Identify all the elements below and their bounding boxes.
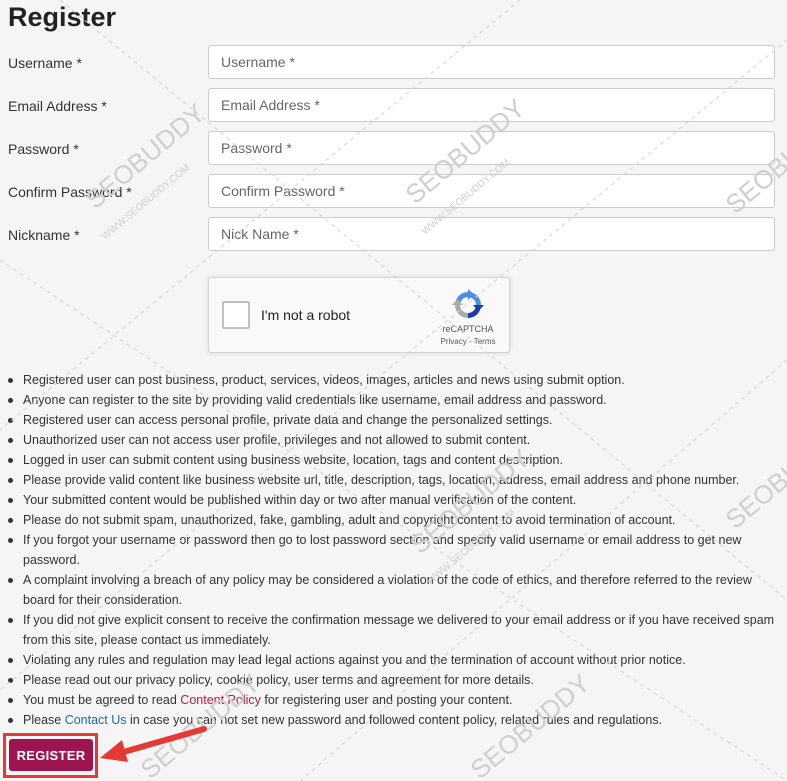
password-row: Password * <box>0 131 787 177</box>
rule-item: A complaint involving a breach of any po… <box>8 570 783 610</box>
password-label: Password * <box>8 141 79 157</box>
username-input[interactable] <box>208 45 775 79</box>
recaptcha-links: Privacy - Terms <box>435 337 501 346</box>
confirm-password-row: Confirm Password * <box>0 174 787 220</box>
confirm-password-label: Confirm Password * <box>8 184 132 200</box>
nickname-label: Nickname * <box>8 227 80 243</box>
registration-rules-list: Registered user can post business, produ… <box>0 370 783 730</box>
nickname-row: Nickname * <box>0 217 787 263</box>
rule-item: Registered user can post business, produ… <box>8 370 783 390</box>
rule-item: If you did not give explicit consent to … <box>8 610 783 650</box>
rule-item: Please read out our privacy policy, cook… <box>8 670 783 690</box>
rule-item: Please do not submit spam, unauthorized,… <box>8 510 783 530</box>
recaptcha-label: I'm not a robot <box>261 307 351 323</box>
password-input[interactable] <box>208 131 775 165</box>
email-label: Email Address * <box>8 98 107 114</box>
content-policy-link[interactable]: Content Policy <box>180 693 261 707</box>
rule-text: for registering user and posting your co… <box>260 693 513 707</box>
rule-item: Logged in user can submit content using … <box>8 450 783 470</box>
nickname-input[interactable] <box>208 217 775 251</box>
arrow-left-icon <box>100 726 207 762</box>
recaptcha-privacy-link[interactable]: Privacy <box>441 337 467 346</box>
rule-item-content-policy: You must be agreed to read Content Polic… <box>8 690 783 710</box>
recaptcha-terms-link[interactable]: Terms <box>474 337 496 346</box>
rule-item: Registered user can access personal prof… <box>8 410 783 430</box>
recaptcha-icon <box>452 289 484 318</box>
confirm-password-input[interactable] <box>208 174 775 208</box>
page-title: Register <box>8 2 117 32</box>
rule-item: Violating any rules and regulation may l… <box>8 650 783 670</box>
username-row: Username * <box>0 45 787 91</box>
rule-item: If you forgot your username or password … <box>8 530 783 570</box>
recaptcha-widget: I'm not a robot reCAPTCHA Privacy - Term… <box>208 277 510 353</box>
recaptcha-separator: - <box>466 337 474 346</box>
recaptcha-checkbox[interactable] <box>222 301 250 329</box>
rule-text: Please <box>23 713 65 727</box>
rule-text: You must be agreed to read <box>23 693 181 707</box>
rule-item: Unauthorized user can not access user pr… <box>8 430 783 450</box>
rule-item: Your submitted content would be publishe… <box>8 490 783 510</box>
rule-item: Anyone can register to the site by provi… <box>8 390 783 410</box>
rule-item: Please provide valid content like busine… <box>8 470 783 490</box>
email-row: Email Address * <box>0 88 787 134</box>
email-input[interactable] <box>208 88 775 122</box>
recaptcha-brand: reCAPTCHA <box>442 324 494 334</box>
username-label: Username * <box>8 55 82 71</box>
register-button[interactable]: REGISTER <box>9 739 93 771</box>
